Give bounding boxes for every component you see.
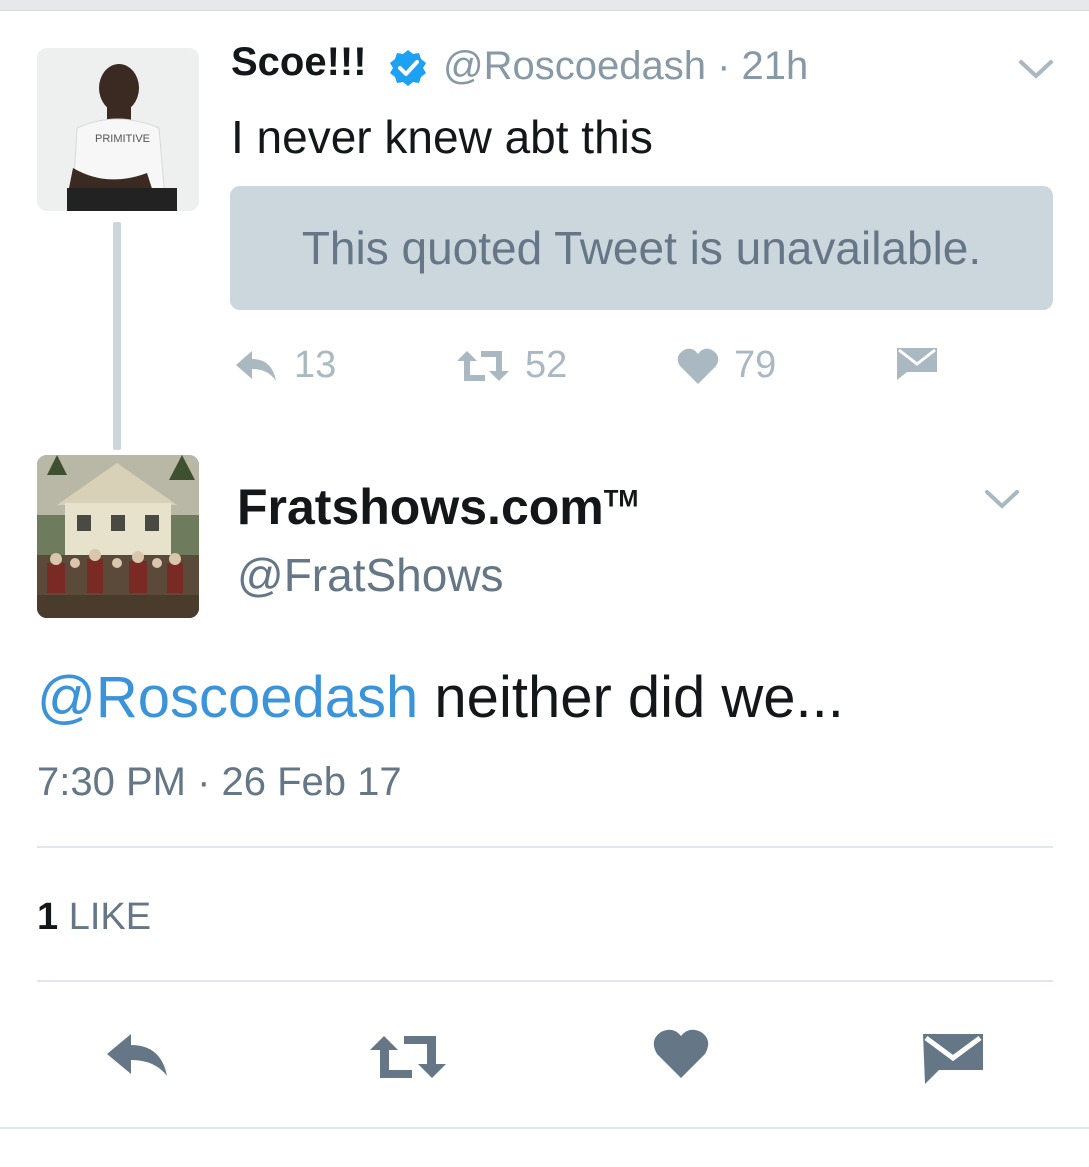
mention-link[interactable]: @Roscoedash <box>37 665 418 730</box>
divider <box>37 980 1053 982</box>
likes-summary[interactable]: 1 LIKE <box>37 896 151 939</box>
message-icon <box>923 1034 983 1084</box>
bottom-separator <box>0 1127 1089 1129</box>
top-separator <box>0 0 1089 11</box>
heart-icon <box>677 348 719 384</box>
divider <box>37 846 1053 848</box>
chevron-down-icon[interactable] <box>984 488 1020 517</box>
tweet-text: I never knew abt this <box>231 111 653 163</box>
verified-badge-icon <box>388 48 428 93</box>
svg-text:PRIMITIVE: PRIMITIVE <box>95 133 150 145</box>
likes-label: LIKE <box>68 896 152 938</box>
author-name[interactable]: Scoe!!! <box>231 40 367 85</box>
thread-connector <box>113 222 121 450</box>
reply-author-name[interactable]: Fratshows.comTM <box>237 478 638 536</box>
reply-count: 13 <box>294 344 337 386</box>
retweet-count: 52 <box>525 344 568 386</box>
author-handle[interactable]: @Roscoedash <box>443 44 706 88</box>
retweet-action[interactable]: 52 <box>455 344 567 387</box>
reply-timestamp[interactable]: 7:30 PM · 26 Feb 17 <box>37 760 402 805</box>
like-action[interactable]: 79 <box>676 344 776 387</box>
message-icon <box>897 348 937 380</box>
likes-count: 1 <box>37 896 59 938</box>
like-count: 79 <box>734 344 777 386</box>
reply-icon <box>107 1034 167 1076</box>
avatar-fratshows[interactable] <box>37 455 199 618</box>
reply-button[interactable] <box>103 1030 171 1085</box>
reply-text: @Roscoedash neither did we... <box>37 665 844 730</box>
tweet-time[interactable]: · 21h <box>717 44 808 88</box>
avatar-scoe[interactable]: PRIMITIVE <box>37 48 199 211</box>
reply-author-handle[interactable]: @FratShows <box>237 548 504 602</box>
reply-action[interactable]: 13 <box>232 344 336 387</box>
heart-icon <box>653 1029 709 1078</box>
reply-icon <box>236 350 276 381</box>
retweet-icon <box>370 1036 446 1078</box>
quoted-tweet-unavailable: This quoted Tweet is unavailable. <box>230 186 1053 310</box>
retweet-icon <box>457 350 509 381</box>
chevron-down-icon[interactable] <box>1018 58 1054 87</box>
like-button[interactable] <box>651 1026 711 1085</box>
trademark-symbol: TM <box>603 485 639 513</box>
retweet-button[interactable] <box>366 1032 450 1087</box>
message-action[interactable] <box>895 344 939 382</box>
message-button[interactable] <box>921 1030 985 1091</box>
